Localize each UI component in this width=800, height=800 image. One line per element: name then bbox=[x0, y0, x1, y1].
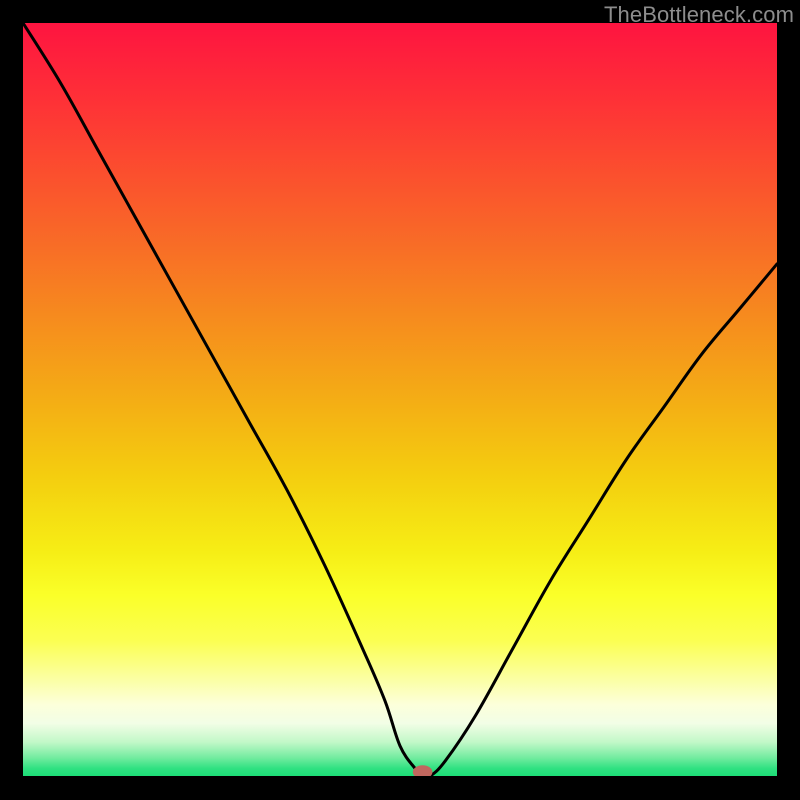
gradient-background bbox=[23, 23, 777, 776]
outer-frame: TheBottleneck.com bbox=[0, 0, 800, 800]
plot-area bbox=[23, 23, 777, 776]
bottleneck-chart bbox=[23, 23, 777, 776]
